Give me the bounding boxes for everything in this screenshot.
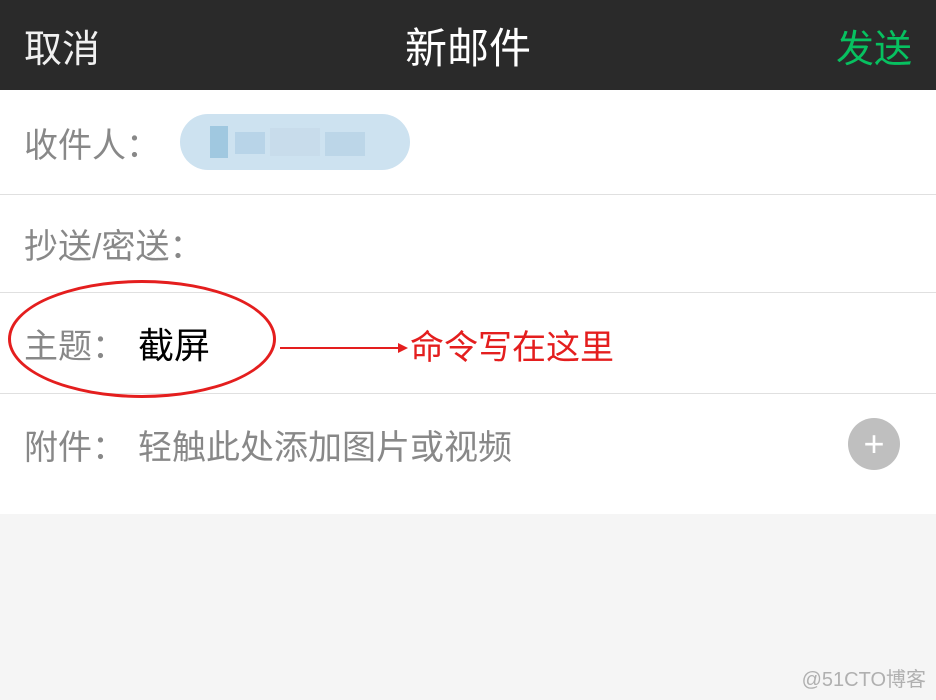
redacted-content <box>270 128 320 156</box>
redacted-content <box>235 132 265 154</box>
compose-header: 取消 新邮件 发送 <box>0 0 936 90</box>
attachment-placeholder: 轻触此处添加图片或视频 <box>138 420 512 469</box>
recipient-label: 收件人： <box>24 118 160 167</box>
subject-row[interactable]: 主题： 截屏 <box>0 293 936 394</box>
cc-bcc-label: 抄送/密送： <box>24 219 203 268</box>
compose-form: 收件人： 抄送/密送： 主题： 截屏 附件： 轻触此处添加图片或视频 + <box>0 90 936 514</box>
header-title: 新邮件 <box>405 15 531 76</box>
attachment-row[interactable]: 附件： 轻触此处添加图片或视频 + <box>0 394 936 494</box>
recipient-chip[interactable] <box>180 114 410 170</box>
plus-icon: + <box>863 426 884 462</box>
watermark: @51CTO博客 <box>802 663 926 692</box>
subject-input[interactable]: 截屏 <box>138 317 210 369</box>
attachment-left: 附件： 轻触此处添加图片或视频 <box>24 420 512 469</box>
attachment-label: 附件： <box>24 420 126 469</box>
body-area[interactable] <box>0 494 936 514</box>
send-button[interactable]: 发送 <box>836 18 912 73</box>
redacted-content <box>325 132 365 156</box>
add-attachment-button[interactable]: + <box>848 418 900 470</box>
cancel-button[interactable]: 取消 <box>24 18 100 73</box>
subject-label: 主题： <box>24 319 126 368</box>
redacted-content <box>210 126 228 158</box>
cc-bcc-row[interactable]: 抄送/密送： <box>0 195 936 293</box>
recipient-row[interactable]: 收件人： <box>0 90 936 195</box>
